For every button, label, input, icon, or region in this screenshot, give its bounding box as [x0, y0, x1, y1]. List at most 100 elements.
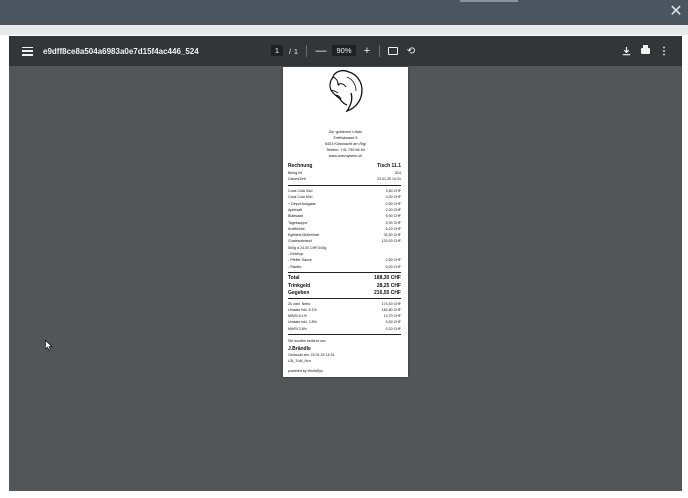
receipt-row: - Risotto 6,00 CHF: [288, 265, 401, 270]
row-label: MWSt 3.8%: [288, 326, 307, 331]
row-label: MWSt 8.1%: [288, 314, 307, 319]
row-label: Trinkgeld: [288, 282, 311, 289]
row-label: 500g à 24,00 CHF/100g: [288, 245, 327, 250]
waiter-name: J.Brändle: [288, 345, 311, 352]
receipt-row: Kraftbrühe 6,20 CHF: [288, 227, 401, 232]
row-label: Chateaubriand: [288, 239, 312, 244]
row-value: 5,90 CHF: [385, 214, 401, 219]
dialog-backdrop: [0, 25, 688, 35]
receipt-row: Umsatz inkl. 3.8% 5,50 CHF: [288, 320, 401, 325]
row-value: 3,50 CHF: [385, 189, 401, 193]
row-value: 2,00 CHF: [385, 207, 401, 212]
row-value: 6,00 CHF: [385, 264, 401, 269]
receipt-divider: [288, 333, 401, 335]
row-label: Apfelsaft: [288, 207, 302, 212]
row-value: 6,20 CHF: [385, 226, 401, 231]
print-icon[interactable]: [638, 36, 652, 66]
row-value: 4,00 CHF: [385, 195, 401, 200]
row-value: 0,50 CHF: [385, 201, 401, 206]
row-value: 2,50 CHF: [385, 258, 401, 263]
row-label: Coca Cola 33cl: [288, 189, 313, 193]
page-number-input[interactable]: 1: [271, 45, 283, 56]
rotate-icon[interactable]: ⟲: [404, 36, 418, 66]
zoom-out-button[interactable]: —: [314, 36, 328, 66]
toolbar-divider: [379, 45, 380, 57]
receipt-row: 500g à 24,00 CHF/100g: [288, 246, 401, 251]
receipt-row: Blattsalat 5,90 CHF: [288, 214, 401, 219]
row-value: 13,70 CHF: [383, 314, 401, 319]
row-value: 23.01.25 14:31: [377, 177, 401, 181]
row-label: Blattsalat: [288, 214, 303, 219]
receipt-row: Apfelsaft 2,00 CHF: [288, 208, 401, 213]
receipt-row: Coca Cola 50cl 4,00 CHF: [288, 195, 401, 200]
receipt-divider: [288, 297, 401, 299]
row-value: 120,00 CHF: [381, 239, 401, 244]
restaurant-address: Zur goldenen Löwin Enfelstrasse 5 6403 K…: [283, 130, 408, 159]
row-label: Coca Cola 50cl: [288, 195, 313, 200]
row-label: Umsatz inkl. 8.1%: [288, 307, 317, 312]
receipt-row: Umsatz inkl. 8.1% 182,80 CHF: [288, 308, 401, 313]
receipt-header: Rechnung Tisch 11.1: [288, 163, 401, 171]
row-value: 28,25 CHF: [376, 282, 401, 289]
pdf-page: Zur goldenen Löwin Enfelstrasse 5 6403 K…: [283, 67, 408, 377]
row-label: Zu zahl. Netto: [288, 301, 311, 306]
pdf-viewer: e9dff8ce8a504a6983a0e7d15f4ac446_524 1 /…: [9, 36, 682, 491]
row-value: 174,40 CHF: [381, 301, 401, 306]
row-value: 0,20 CHF: [385, 326, 401, 331]
receipt-row: Trinkgeld 28,25 CHF: [288, 283, 401, 290]
row-label: Beleg Nr: [288, 171, 302, 175]
lioness-logo: [329, 70, 363, 113]
served-by-label: Sie wurden bedient von: [288, 338, 326, 343]
address-line: www.rummywein.ch: [328, 153, 363, 158]
dialog-top-bar: [0, 0, 688, 25]
document-title: e9dff8ce8a504a6983a0e7d15f4ac446_524: [43, 46, 199, 56]
receipt-row: Zu zahl. Netto 174,40 CHF: [288, 302, 401, 307]
row-label: Tagessuppe: [288, 220, 308, 225]
row-value: 5,50 CHF: [385, 320, 401, 325]
receipt-row: Datum/Zeit 23.01.25 14:31: [288, 177, 401, 182]
receipt-code: LSt_TuM_Hco: [288, 358, 311, 363]
receipt-row: MWSt 3.8% 0,20 CHF: [288, 327, 401, 332]
row-value: 216,55 CHF: [374, 290, 401, 297]
row-label: Total: [288, 274, 300, 281]
receipt-row: Tagessuppe 5,90 CHF: [288, 221, 401, 226]
table-number: Tisch 11.1: [377, 163, 401, 169]
receipt-row: Coca Cola 33cl 3,50 CHF: [288, 189, 401, 194]
download-icon[interactable]: [619, 36, 633, 66]
row-label: - Ketchup: [288, 252, 304, 256]
receipt-row: Beleg Nr 524: [288, 171, 401, 176]
mouse-cursor-icon: [45, 340, 53, 351]
row-value: 188,30 CHF: [374, 274, 401, 281]
receipt-row: Total 188,30 CHF: [288, 275, 401, 282]
receipt-row: - Ketchup: [288, 252, 401, 257]
pdf-toolbar: e9dff8ce8a504a6983a0e7d15f4ac446_524 1 /…: [9, 36, 682, 66]
row-label: + Depot Ausgabe: [288, 201, 316, 206]
receipt-divider: [288, 271, 401, 273]
row-label: - Risotto: [288, 264, 302, 269]
menu-icon[interactable]: [17, 36, 37, 66]
receipt-row: + Depot Ausgabe 0,50 CHF: [288, 202, 401, 207]
receipt-divider: [288, 185, 401, 186]
row-value: 524: [395, 171, 401, 175]
more-vert-icon[interactable]: ⋮: [657, 36, 671, 66]
row-label: - Pfeffer Sauce: [288, 258, 312, 263]
receipt-title: Rechnung: [288, 163, 313, 169]
receipt-row: - Pfeffer Sauce 2,50 CHF: [288, 258, 401, 263]
powered-by: powered by WorldSys: [288, 368, 323, 373]
zoom-in-button[interactable]: +: [360, 36, 374, 66]
receipt-row: MWSt 8.1% 13,70 CHF: [288, 314, 401, 319]
receipt-row: Egli­filets Müllerinart 32,50 CHF: [288, 233, 401, 238]
row-value: 182,80 CHF: [381, 307, 401, 312]
row-label: Egli­filets Müllerinart: [288, 233, 320, 238]
row-label: Gegeben: [288, 290, 310, 297]
zoom-input[interactable]: 90%: [332, 45, 356, 56]
fit-page-icon[interactable]: [386, 36, 400, 66]
row-label: Umsatz inkl. 3.8%: [288, 320, 317, 325]
receipt-row: Gegeben 216,55 CHF: [288, 290, 401, 297]
row-label: Kraftbrühe: [288, 226, 305, 231]
receipt-row: Chateaubriand 120,00 CHF: [288, 239, 401, 244]
toolbar-divider: [306, 45, 307, 57]
page-total: 1: [293, 46, 299, 56]
close-icon[interactable]: ✕: [668, 4, 684, 20]
row-value: 5,90 CHF: [385, 220, 401, 225]
